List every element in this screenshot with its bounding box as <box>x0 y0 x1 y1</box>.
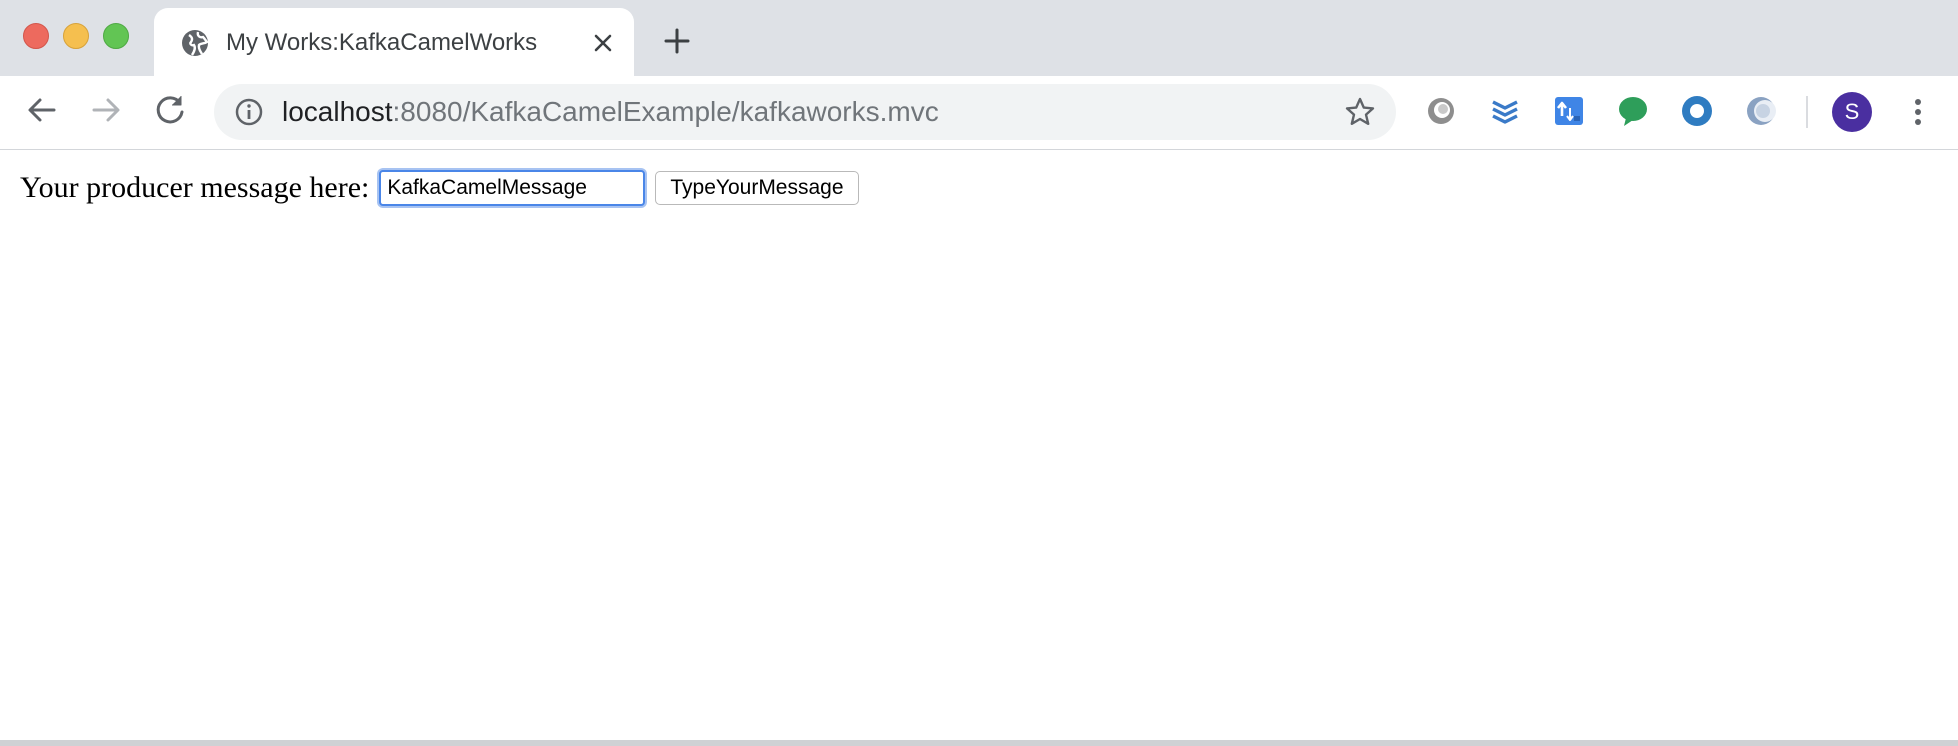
ext-translate-blue-icon[interactable] <box>1552 94 1586 128</box>
tab-active[interactable]: My Works:KafkaCamelWorks <box>154 8 634 76</box>
address-bar[interactable]: localhost:8080/KafkaCamelExample/kafkawo… <box>214 84 1396 140</box>
submit-message-button[interactable]: TypeYourMessage <box>655 171 859 205</box>
reload-icon[interactable] <box>150 90 190 130</box>
globe-icon <box>182 30 209 56</box>
toolbar: localhost:8080/KafkaCamelExample/kafkawo… <box>0 76 1958 150</box>
ext-crescent-icon[interactable] <box>1744 94 1778 128</box>
ext-circle-gray-icon[interactable] <box>1424 94 1458 128</box>
ext-chat-green-icon[interactable] <box>1616 94 1650 128</box>
toolbar-divider <box>1806 96 1808 128</box>
ext-ring-blue-icon[interactable] <box>1680 94 1714 128</box>
page-content: Your producer message here: TypeYourMess… <box>0 150 1958 740</box>
message-label: Your producer message here: <box>20 171 370 204</box>
profile-avatar[interactable]: S <box>1832 92 1872 132</box>
producer-form: Your producer message here: TypeYourMess… <box>20 170 859 206</box>
back-arrow-icon[interactable] <box>22 90 62 130</box>
tab-title: My Works:KafkaCamelWorks <box>226 29 538 56</box>
url-path: :8080/KafkaCamelExample/kafkaworks.mvc <box>392 96 939 127</box>
bookmark-star-icon[interactable] <box>1344 96 1376 128</box>
close-window-button[interactable] <box>23 23 49 49</box>
url-text[interactable]: localhost:8080/KafkaCamelExample/kafkawo… <box>282 96 939 128</box>
kebab-menu-icon[interactable] <box>1898 92 1938 132</box>
forward-arrow-icon[interactable] <box>86 90 126 130</box>
info-icon[interactable] <box>234 97 264 127</box>
message-input[interactable] <box>379 170 646 206</box>
window-bottom-edge <box>0 740 1958 746</box>
tab-strip: My Works:KafkaCamelWorks <box>0 0 1958 76</box>
minimize-window-button[interactable] <box>63 23 89 49</box>
browser-window: My Works:KafkaCamelWorks localhost:8080/… <box>0 0 1958 746</box>
close-tab-icon[interactable] <box>588 28 618 58</box>
url-host: localhost <box>282 96 393 127</box>
maximize-window-button[interactable] <box>103 23 129 49</box>
ext-layers-blue-icon[interactable] <box>1488 94 1522 128</box>
new-tab-icon[interactable] <box>660 24 694 58</box>
